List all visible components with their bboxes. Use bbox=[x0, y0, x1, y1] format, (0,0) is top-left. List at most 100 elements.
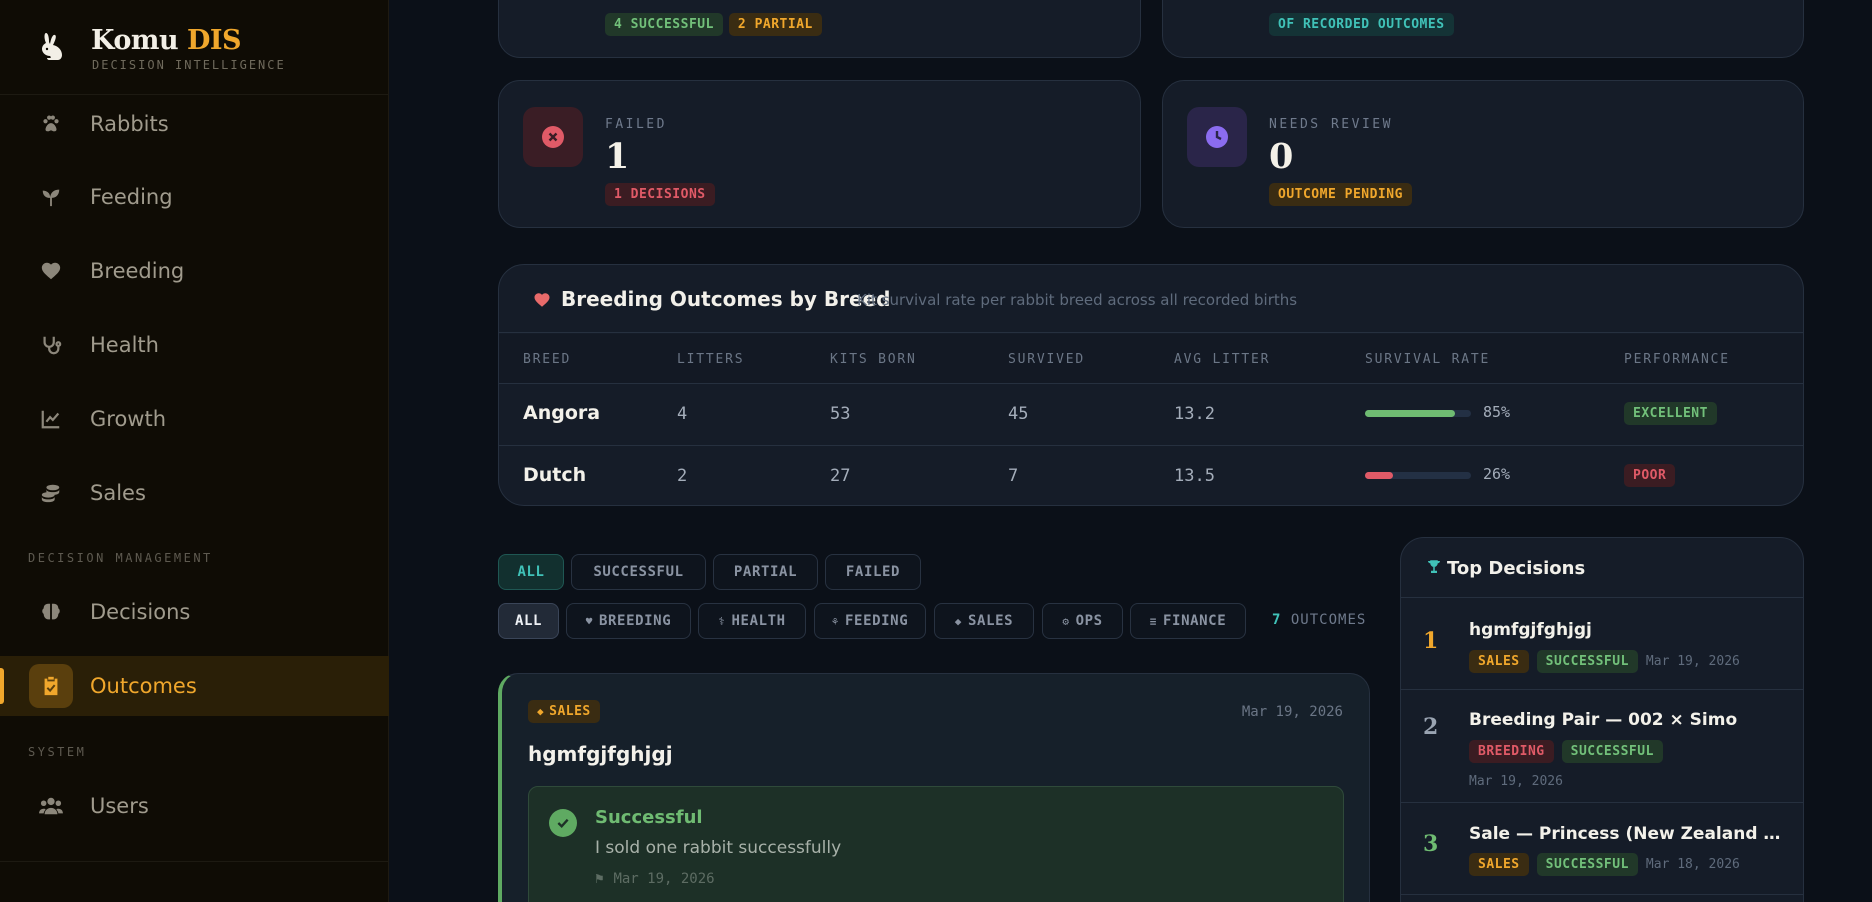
performance-badge: EXCELLENT bbox=[1624, 402, 1717, 425]
nav-item-growth[interactable]: Growth bbox=[0, 389, 389, 449]
top-decision-item[interactable]: 2 Breeding Pair — 002 × Simo BREEDING SU… bbox=[1401, 690, 1803, 803]
performance-badge: POOR bbox=[1624, 464, 1676, 487]
decision-title: hgmfgjfghjgj bbox=[528, 742, 673, 766]
filter-status-failed[interactable]: FAILED bbox=[825, 554, 921, 590]
nav-item-breeding[interactable]: Breeding bbox=[0, 241, 389, 301]
column-header[interactable]: PERFORMANCE bbox=[1624, 352, 1730, 367]
filter-category-ops[interactable]: ⚙ OPS bbox=[1042, 603, 1123, 639]
filter-category-feeding[interactable]: ⚘ FEEDING bbox=[814, 603, 926, 639]
stethoscope-icon: ⚕ bbox=[718, 614, 726, 628]
successful-count-badge: 4 SUCCESSFUL bbox=[605, 13, 723, 36]
sidebar: Komu DIS DECISION INTELLIGENCE Rabbits F… bbox=[0, 0, 389, 902]
status-badge: SUCCESSFUL bbox=[1536, 650, 1638, 673]
outcome-result: Successful I sold one rabbit successfull… bbox=[528, 786, 1344, 902]
nav-label: Sales bbox=[90, 481, 146, 505]
column-header[interactable]: LITTERS bbox=[677, 352, 744, 367]
nav-label: Health bbox=[90, 333, 159, 357]
nav-item-rabbits[interactable]: Rabbits bbox=[0, 94, 389, 154]
trophy-icon bbox=[1428, 560, 1440, 573]
filter-category-sales[interactable]: ◆ SALES bbox=[934, 603, 1034, 639]
breed-name: Dutch bbox=[523, 464, 587, 486]
filter-status-partial[interactable]: PARTIAL bbox=[713, 554, 818, 590]
filter-status-all[interactable]: ALL bbox=[498, 554, 564, 590]
litters-cell: 4 bbox=[677, 404, 688, 424]
category-badge: ◆ SALES bbox=[528, 700, 600, 723]
clock-icon bbox=[1206, 126, 1228, 148]
nav-label: Users bbox=[90, 794, 149, 818]
stat-card-successful: 4 SUCCESSFUL 2 PARTIAL bbox=[498, 0, 1141, 58]
sidebar-divider bbox=[0, 861, 389, 862]
avg-litter-cell: 13.5 bbox=[1174, 466, 1215, 486]
users-icon bbox=[38, 793, 64, 819]
column-header[interactable]: SURVIVAL RATE bbox=[1365, 352, 1490, 367]
top-decision-item[interactable]: 1 hgmfgjfghjgj SALES SUCCESSFUL Mar 19, … bbox=[1401, 598, 1803, 690]
outcomes-count: 7 OUTCOMES bbox=[1272, 612, 1367, 628]
review-icon-box bbox=[1187, 107, 1247, 167]
stethoscope-icon bbox=[38, 332, 64, 358]
table-row[interactable]: Angora 4 53 45 13.2 85% EXCELLENT bbox=[499, 384, 1803, 446]
nav-item-decisions[interactable]: Decisions bbox=[0, 582, 389, 642]
survival-rate-fill bbox=[1365, 472, 1393, 479]
section-label-decision: DECISION MANAGEMENT bbox=[28, 551, 213, 565]
top-decision-item[interactable]: 3 Sale — Princess (New Zealand White) SA… bbox=[1401, 803, 1803, 895]
rank: 3 bbox=[1423, 831, 1439, 857]
stat-label: FAILED bbox=[605, 117, 667, 132]
stat-label: NEEDS REVIEW bbox=[1269, 117, 1393, 132]
stat-card-failed: FAILED 1 1 DECISIONS bbox=[498, 80, 1141, 228]
filter-status-successful[interactable]: SUCCESSFUL bbox=[571, 554, 706, 590]
nav-item-users[interactable]: Users bbox=[0, 776, 389, 836]
decision-date: Mar 18, 2026 bbox=[1645, 857, 1740, 872]
survival-rate-bar bbox=[1365, 410, 1471, 417]
coins-icon bbox=[38, 480, 64, 506]
breeding-outcomes-card: Breeding Outcomes by Breed Kit survival … bbox=[498, 264, 1804, 506]
column-header[interactable]: SURVIVED bbox=[1008, 352, 1085, 367]
column-header[interactable]: BREED bbox=[523, 352, 571, 367]
outcome-card[interactable]: ◆ SALES Mar 19, 2026 hgmfgjfghjgj Success… bbox=[498, 673, 1370, 902]
nav-label: Growth bbox=[90, 407, 167, 431]
clipboard-check-icon bbox=[29, 664, 73, 708]
filter-category-breeding[interactable]: ♥ BREEDING bbox=[566, 603, 691, 639]
nav-label: Breeding bbox=[90, 259, 185, 283]
brain-icon bbox=[38, 599, 64, 625]
flag-icon: ⚑ bbox=[595, 871, 604, 887]
nav-label: Outcomes bbox=[90, 674, 197, 698]
column-header[interactable]: AVG LITTER bbox=[1174, 352, 1270, 367]
review-badge: OUTCOME PENDING bbox=[1269, 183, 1412, 206]
stat-value: 1 bbox=[605, 136, 630, 177]
filter-category-health[interactable]: ⚕ HEALTH bbox=[698, 603, 806, 639]
survival-rate-label: 26% bbox=[1483, 465, 1511, 483]
stat-card-success-rate: OF RECORDED OUTCOMES bbox=[1162, 0, 1804, 58]
column-header[interactable]: KITS BORN bbox=[830, 352, 917, 367]
brand-subtitle: DECISION INTELLIGENCE bbox=[92, 58, 286, 72]
filter-category-all[interactable]: ALL bbox=[498, 603, 559, 639]
kits-cell: 53 bbox=[830, 404, 851, 424]
tag-icon: ◆ bbox=[954, 614, 963, 628]
x-circle-icon bbox=[542, 126, 564, 148]
breed-name: Angora bbox=[523, 402, 601, 424]
heart-icon: ♥ bbox=[585, 614, 593, 628]
chart-line-icon bbox=[38, 406, 64, 432]
rank: 2 bbox=[1423, 714, 1439, 740]
nav-label: Decisions bbox=[90, 600, 191, 624]
partial-count-badge: 2 PARTIAL bbox=[728, 13, 822, 36]
table-header: BREED LITTERS KITS BORN SURVIVED AVG LIT… bbox=[499, 334, 1803, 384]
rabbit-logo-icon bbox=[42, 33, 62, 60]
table-row[interactable]: Dutch 2 27 7 13.5 26% POOR bbox=[499, 446, 1803, 505]
top-decisions-panel: Top Decisions 1 hgmfgjfghjgj SALES SUCCE… bbox=[1400, 537, 1804, 902]
nav-item-outcomes[interactable]: Outcomes bbox=[0, 656, 389, 716]
nav-item-sales[interactable]: Sales bbox=[0, 463, 389, 523]
nav-item-health[interactable]: Health bbox=[0, 315, 389, 375]
nav-item-feeding[interactable]: Feeding bbox=[0, 167, 389, 227]
avg-litter-cell: 13.2 bbox=[1174, 404, 1215, 424]
category-badge: SALES bbox=[1469, 853, 1529, 876]
brand: Komu DIS DECISION INTELLIGENCE bbox=[0, 0, 389, 95]
category-badge: SALES bbox=[1469, 650, 1529, 673]
check-circle-icon bbox=[549, 809, 577, 837]
category-badge: BREEDING bbox=[1469, 740, 1554, 763]
failed-icon-box bbox=[523, 107, 583, 167]
survived-cell: 7 bbox=[1008, 466, 1019, 486]
panel-header: Top Decisions bbox=[1401, 538, 1803, 598]
decision-name: Breeding Pair — 002 × Simo bbox=[1469, 710, 1738, 730]
filter-category-finance[interactable]: ≡ FINANCE bbox=[1130, 603, 1246, 639]
survival-rate-fill bbox=[1365, 410, 1456, 417]
